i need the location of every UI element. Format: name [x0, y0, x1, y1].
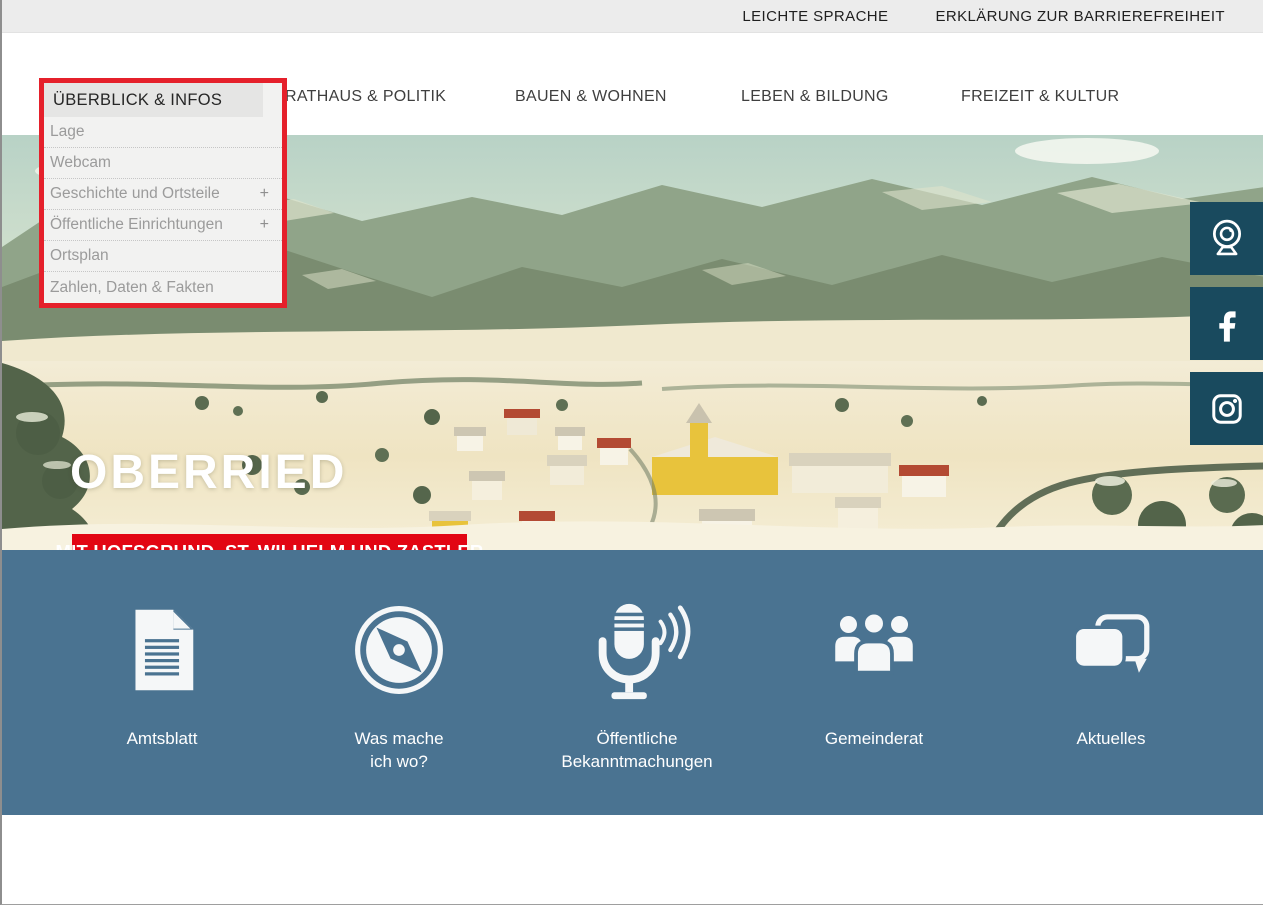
social-sidebar: [1190, 202, 1263, 445]
speech-bubbles-icon: [1063, 610, 1159, 690]
dropdown-menu: Lage Webcam Geschichte und Ortsteile + Ö…: [44, 117, 282, 303]
page: LEICHTE SPRACHE ERKLÄRUNG ZUR BARRIEREFR…: [0, 0, 1263, 905]
link-barrierefreiheit[interactable]: ERKLÄRUNG ZUR BARRIEREFREIHEIT: [935, 8, 1225, 25]
menu-item-label: Webcam: [50, 154, 111, 172]
quicklink-label: Gemeinderat: [764, 728, 984, 751]
menu-item-ortsplan[interactable]: Ortsplan: [44, 241, 282, 272]
menu-item-lage[interactable]: Lage: [44, 117, 282, 148]
quicklink-label: Amtsblatt: [52, 728, 272, 751]
page-title: OBERRIED: [70, 449, 347, 497]
microphone-icon: [581, 596, 693, 704]
nav-item-rathaus-politik[interactable]: RATHAUS & POLITIK: [285, 88, 446, 106]
quicklink-label: Aktuelles: [1001, 728, 1221, 751]
dropdown-highlight-box: ÜBERBLICK & INFOS Lage Webcam Geschichte…: [39, 78, 287, 308]
nav-item-leben-bildung[interactable]: LEBEN & BILDUNG: [741, 88, 889, 106]
utility-bar: LEICHTE SPRACHE ERKLÄRUNG ZUR BARRIEREFR…: [2, 0, 1263, 33]
quicklink-aktuelles[interactable]: Aktuelles: [1001, 594, 1221, 751]
menu-item-label: Lage: [50, 123, 84, 141]
nav-item-freizeit-kultur[interactable]: FREIZEIT & KULTUR: [961, 88, 1119, 106]
menu-item-label: Zahlen, Daten & Fakten: [50, 279, 214, 297]
menu-item-label: Ortsplan: [50, 247, 109, 265]
quicklink-amtsblatt[interactable]: Amtsblatt: [52, 594, 272, 751]
expand-plus-icon[interactable]: +: [260, 216, 269, 234]
expand-plus-icon[interactable]: +: [260, 185, 269, 203]
webcam-icon: [1204, 216, 1250, 262]
subtitle-banner: MIT HOFSGRUND, ST. WILHELM UND ZASTLER: [72, 534, 467, 550]
menu-item-label: Geschichte und Ortsteile: [50, 185, 220, 203]
link-leichte-sprache[interactable]: LEICHTE SPRACHE: [742, 8, 888, 25]
menu-item-zahlen-daten-fakten[interactable]: Zahlen, Daten & Fakten: [44, 272, 282, 303]
menu-item-oeffentliche-einrichtungen[interactable]: Öffentliche Einrichtungen +: [44, 210, 282, 241]
compass-icon: [352, 603, 446, 697]
menu-item-webcam[interactable]: Webcam: [44, 148, 282, 179]
instagram-button[interactable]: [1190, 372, 1263, 445]
quicklinks-section: Amtsblatt Was mache ich wo?: [2, 550, 1263, 815]
quicklink-gemeinderat[interactable]: Gemeinderat: [764, 594, 984, 751]
quicklink-label: Was mache ich wo?: [289, 728, 509, 774]
facebook-icon: [1205, 302, 1249, 346]
instagram-icon: [1204, 386, 1250, 432]
quicklink-was-mache-ich-wo[interactable]: Was mache ich wo?: [289, 594, 509, 774]
quicklink-bekanntmachungen[interactable]: Öffentliche Bekanntmachungen: [527, 594, 747, 774]
menu-item-geschichte-ortsteile[interactable]: Geschichte und Ortsteile +: [44, 179, 282, 210]
footer-whitespace: [2, 815, 1263, 905]
facebook-button[interactable]: [1190, 287, 1263, 360]
nav-item-bauen-wohnen[interactable]: BAUEN & WOHNEN: [515, 88, 667, 106]
document-icon: [124, 605, 200, 695]
webcam-button[interactable]: [1190, 202, 1263, 275]
nav-item-ueberblick-infos[interactable]: ÜBERBLICK & INFOS: [44, 83, 263, 117]
quicklink-label: Öffentliche Bekanntmachungen: [527, 728, 747, 774]
menu-item-label: Öffentliche Einrichtungen: [50, 216, 223, 234]
people-icon: [822, 610, 926, 690]
